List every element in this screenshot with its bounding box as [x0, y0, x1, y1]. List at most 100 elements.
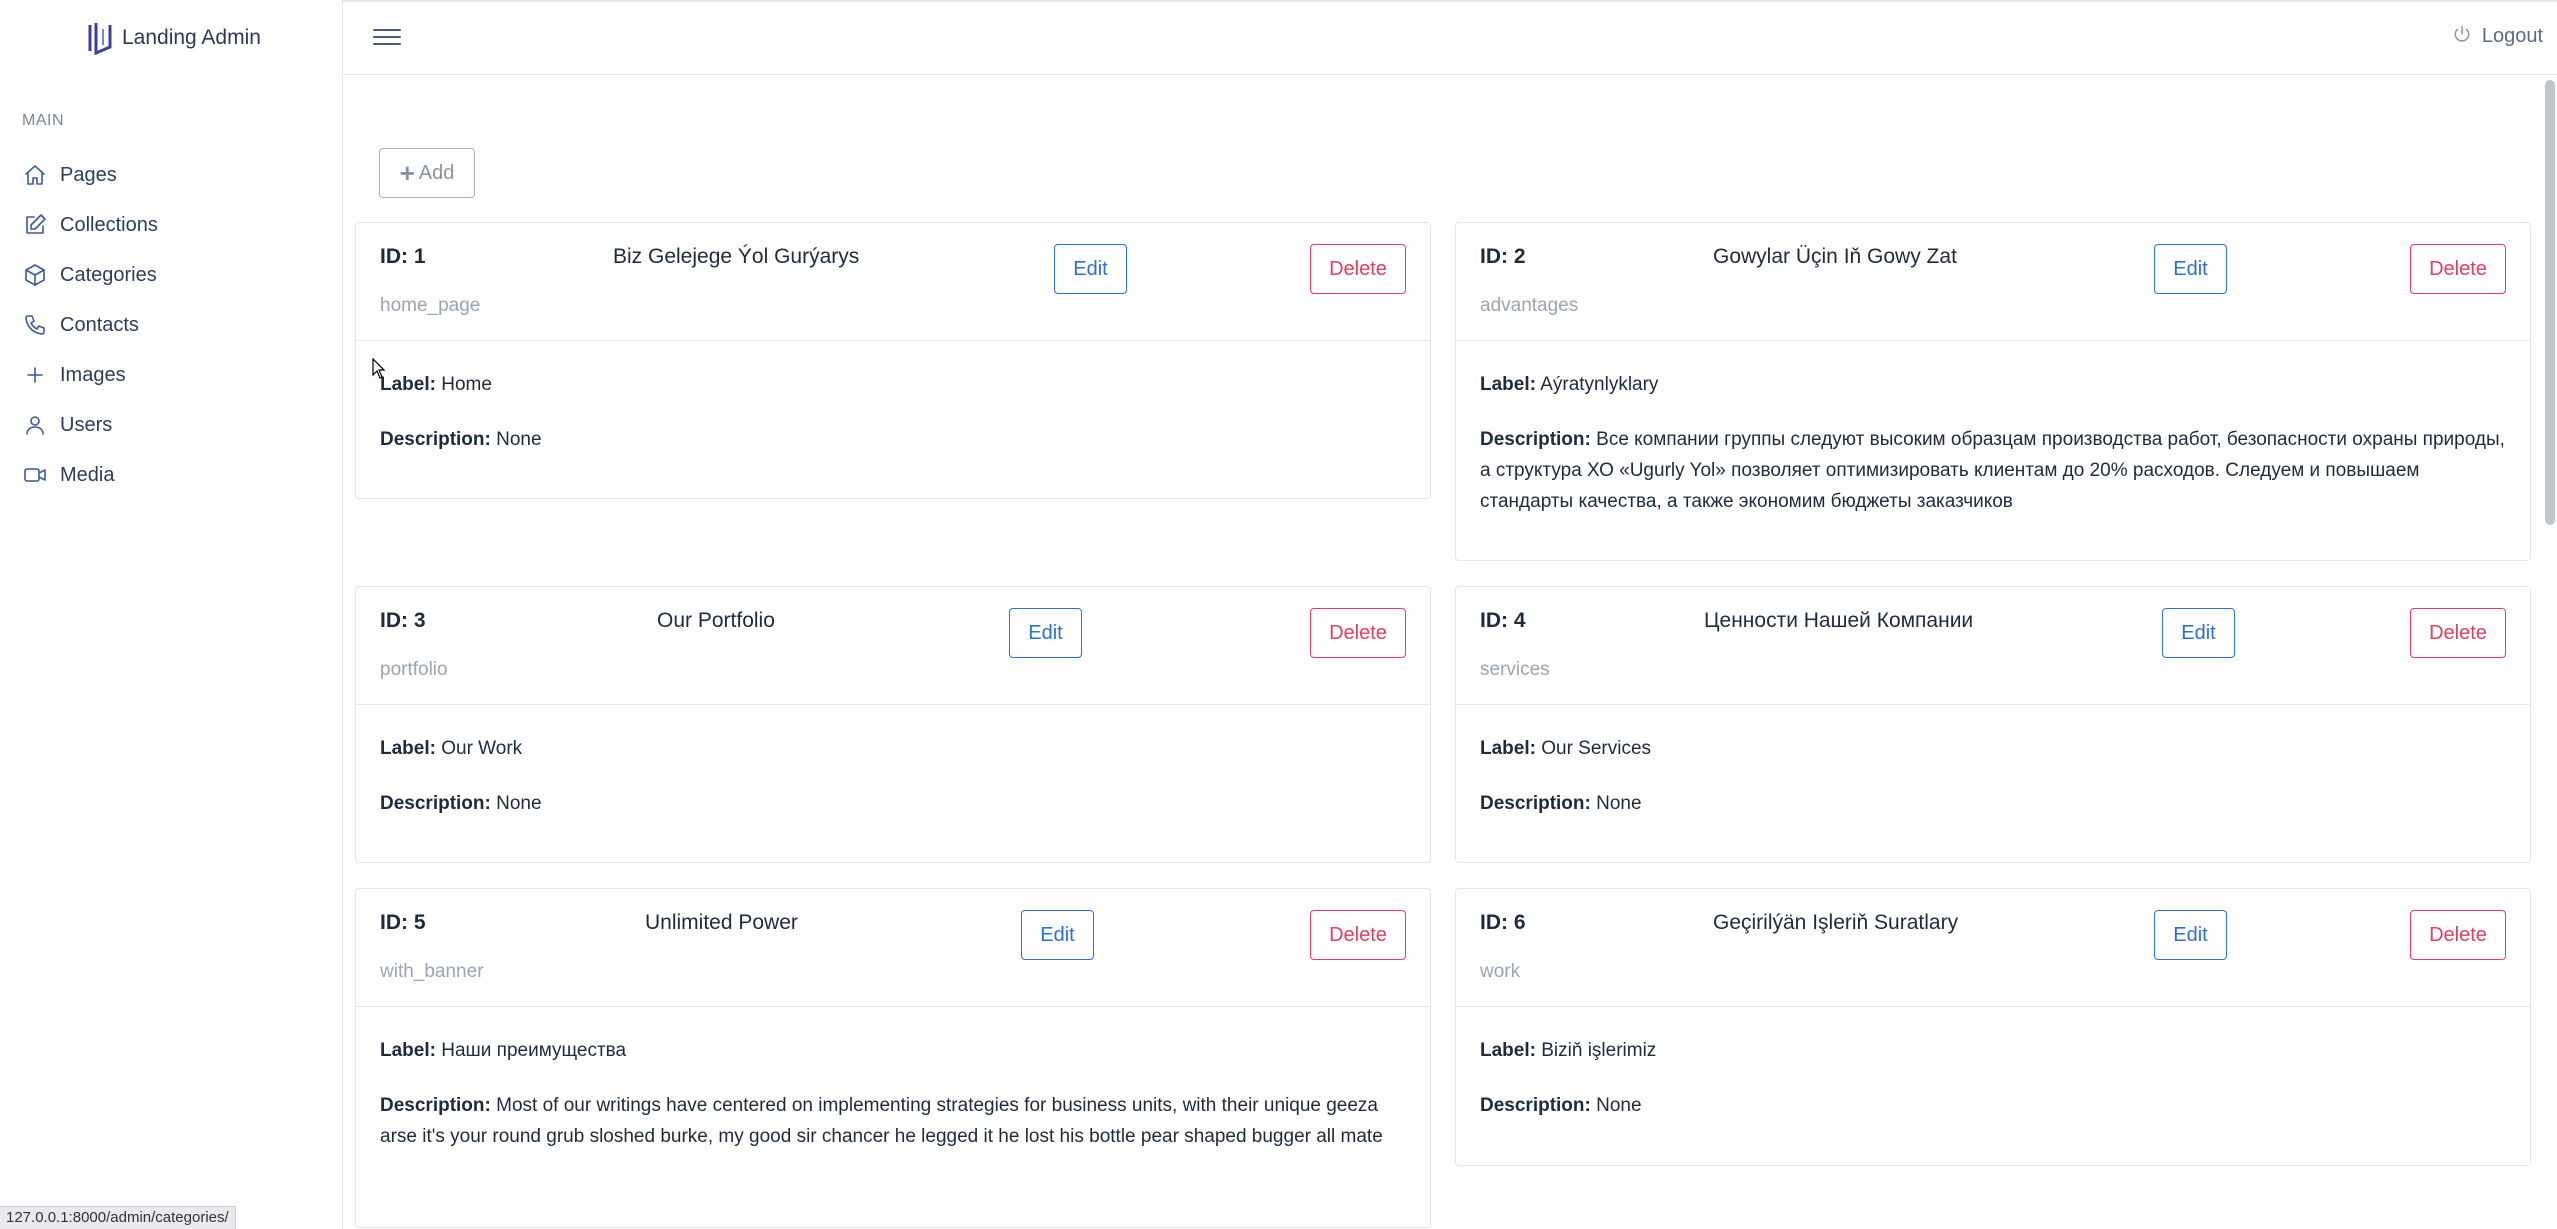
category-card: ID: 5 Unlimited Power with_banner Edit D… [355, 888, 1431, 1228]
category-key: services [1480, 659, 1550, 680]
category-key: work [1480, 961, 1521, 982]
category-id: ID: 6 [1480, 911, 1526, 934]
category-description-row: Description: Все компании группы следуют… [1480, 424, 2506, 517]
description-prefix: Description: [380, 429, 491, 450]
top-header: Logout [343, 2, 2557, 75]
box-icon [22, 262, 48, 288]
edit-button[interactable]: Edit [1009, 608, 1082, 658]
category-card: ID: 6 Geçirilýän Işleriň Suratlary work … [1455, 888, 2531, 1166]
card-header: ID: 4 Ценности Нашей Компании services E… [1456, 587, 2530, 705]
label-prefix: Label: [380, 738, 436, 759]
sidebar-item-label: Collections [60, 213, 158, 236]
sidebar: Landing Admin MAIN Pages Collections Cat… [0, 0, 343, 1229]
delete-button[interactable]: Delete [1310, 244, 1406, 294]
delete-button[interactable]: Delete [1310, 608, 1406, 658]
category-label-row: Label: Our Work [380, 733, 1406, 764]
sidebar-item-label: Media [60, 463, 115, 486]
sidebar-item-label: Users [60, 413, 113, 436]
card-body: Label: Наши преимущества Description: Mo… [356, 1007, 1430, 1172]
category-description: Все компании группы следуют высоким обра… [1480, 429, 2505, 512]
category-label-row: Label: Наши преимущества [380, 1035, 1406, 1066]
card-body: Label: Biziň işlerimiz Description: None [1456, 1007, 2530, 1141]
card-body: Label: Aýratynlyklary Description: Все к… [1456, 341, 2530, 537]
category-description-row: Description: None [1480, 1090, 2506, 1121]
edit-button[interactable]: Edit [1054, 244, 1127, 294]
category-card: ID: 4 Ценности Нашей Компании services E… [1455, 586, 2531, 863]
label-prefix: Label: [380, 1040, 436, 1061]
category-label: Our Services [1541, 738, 1652, 759]
sidebar-item-categories[interactable]: Categories [0, 250, 342, 300]
category-id: ID: 4 [1480, 609, 1526, 632]
card-body: Label: Home Description: None [356, 341, 1430, 475]
category-card: ID: 3 Our Portfolio portfolio Edit Delet… [355, 586, 1431, 863]
phone-icon [22, 312, 48, 338]
category-title: Our Portfolio [657, 609, 775, 632]
sidebar-section-label: MAIN [22, 112, 64, 129]
card-header: ID: 3 Our Portfolio portfolio Edit Delet… [356, 587, 1430, 705]
category-card: ID: 2 Gowylar Üçin Iň Gowy Zat advantage… [1455, 222, 2531, 561]
category-title: Gowylar Üçin Iň Gowy Zat [1713, 245, 1957, 268]
category-label: Наши преимущества [441, 1040, 627, 1061]
description-prefix: Description: [380, 793, 491, 814]
description-prefix: Description: [1480, 429, 1591, 450]
delete-button[interactable]: Delete [2410, 608, 2506, 658]
category-title: Unlimited Power [645, 911, 798, 934]
category-id: ID: 5 [380, 911, 426, 934]
sidebar-nav: Pages Collections Categories Contacts Im… [0, 150, 342, 500]
category-description-row: Description: None [380, 788, 1406, 819]
sidebar-item-contacts[interactable]: Contacts [0, 300, 342, 350]
card-header: ID: 2 Gowylar Üçin Iň Gowy Zat advantage… [1456, 223, 2530, 341]
sidebar-item-collections[interactable]: Collections [0, 200, 342, 250]
category-description-row: Description: None [380, 424, 1406, 455]
power-icon [2452, 24, 2472, 49]
edit-button[interactable]: Edit [2162, 608, 2235, 658]
sidebar-item-images[interactable]: Images [0, 350, 342, 400]
label-prefix: Label: [1480, 374, 1536, 395]
category-label-row: Label: Our Services [1480, 733, 2506, 764]
category-key: home_page [380, 295, 481, 316]
category-label-row: Label: Biziň işlerimiz [1480, 1035, 2506, 1066]
description-prefix: Description: [380, 1095, 491, 1116]
edit-button[interactable]: Edit [1021, 910, 1094, 960]
logout-button[interactable]: Logout [2452, 24, 2543, 49]
category-label-row: Label: Aýratynlyklary [1480, 369, 2506, 400]
category-label: Our Work [441, 738, 523, 759]
video-icon [22, 462, 48, 488]
add-button[interactable]: + Add [379, 148, 475, 198]
category-label: Biziň işlerimiz [1541, 1040, 1657, 1061]
delete-button[interactable]: Delete [2410, 910, 2506, 960]
category-key: advantages [1480, 295, 1579, 316]
card-body: Label: Our Work Description: None [356, 705, 1430, 839]
menu-toggle-icon[interactable] [373, 24, 401, 50]
category-title: Ценности Нашей Компании [1704, 609, 1974, 632]
user-icon [22, 412, 48, 438]
category-description: None [1596, 793, 1642, 814]
delete-button[interactable]: Delete [2410, 244, 2506, 294]
category-description: Most of our writings have centered on im… [380, 1095, 1383, 1147]
category-description-row: Description: Most of our writings have c… [380, 1090, 1406, 1152]
card-header: ID: 6 Geçirilýän Işleriň Suratlary work … [1456, 889, 2530, 1007]
sidebar-item-users[interactable]: Users [0, 400, 342, 450]
category-key: portfolio [380, 659, 448, 680]
sidebar-item-pages[interactable]: Pages [0, 150, 342, 200]
add-label: Add [418, 161, 455, 184]
brand[interactable]: Landing Admin [86, 20, 261, 56]
category-title: Geçirilýän Işleriň Suratlary [1713, 911, 1959, 934]
label-prefix: Label: [380, 374, 436, 395]
category-description: None [496, 793, 542, 814]
sidebar-item-label: Categories [60, 263, 157, 286]
card-header: ID: 1 Biz Gelejege Ýol Gurýarys home_pag… [356, 223, 1430, 341]
page-scrollbar[interactable] [2545, 80, 2555, 525]
category-label: Home [441, 374, 492, 395]
edit-button[interactable]: Edit [2154, 910, 2227, 960]
category-id: ID: 1 [380, 245, 426, 268]
category-description-row: Description: None [1480, 788, 2506, 819]
brand-name: Landing Admin [122, 26, 261, 49]
category-id: ID: 2 [1480, 245, 1526, 268]
category-card: ID: 1 Biz Gelejege Ýol Gurýarys home_pag… [355, 222, 1431, 499]
label-prefix: Label: [1480, 738, 1536, 759]
sidebar-item-media[interactable]: Media [0, 450, 342, 500]
delete-button[interactable]: Delete [1310, 910, 1406, 960]
edit-button[interactable]: Edit [2154, 244, 2227, 294]
sidebar-item-label: Pages [60, 163, 117, 186]
